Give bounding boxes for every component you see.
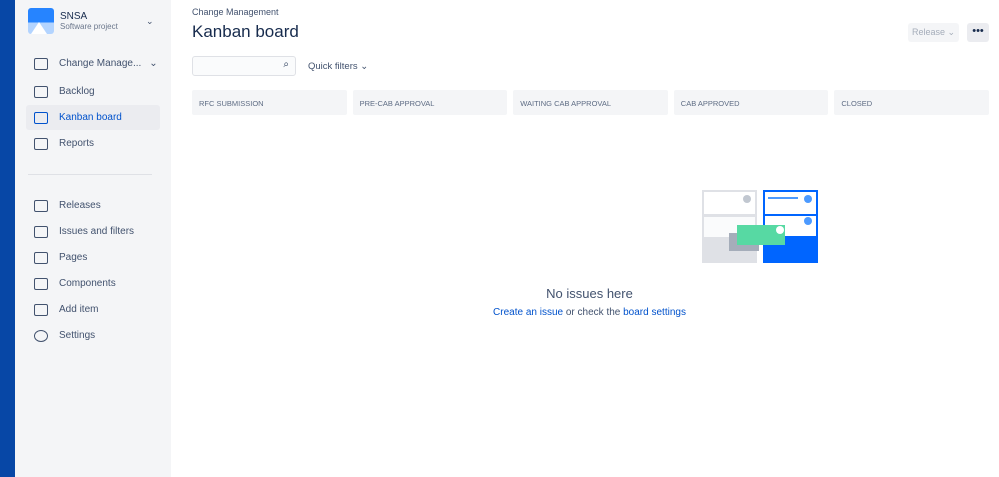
breadcrumb[interactable]: Change Management	[192, 7, 279, 17]
label: Components	[59, 278, 116, 289]
sidebar-item-issues-filters[interactable]: Issues and filters	[26, 219, 160, 244]
column-header: WAITING CAB APPROVAL	[513, 90, 668, 115]
sidebar-item-components[interactable]: Components	[26, 271, 160, 296]
add-icon	[34, 303, 48, 316]
label: Issues and filters	[59, 226, 135, 237]
sidebar-item-board-switcher[interactable]: Change Manage... ⌄	[26, 51, 160, 76]
board-icon	[34, 111, 48, 124]
board-settings-link[interactable]: board settings	[623, 307, 686, 318]
project-type: Software project	[60, 22, 118, 31]
label: Releases	[59, 200, 101, 211]
sidebar: SNSA Software project ⌄ Change Manage... ⌄…	[15, 0, 171, 477]
project-name: SNSA	[60, 11, 88, 22]
sidebar-item-settings[interactable]: Settings	[26, 323, 160, 348]
gear-icon	[34, 329, 48, 342]
global-nav	[0, 0, 15, 477]
chevron-down-icon: ⌄	[149, 58, 158, 69]
label: Add item	[59, 304, 99, 315]
label: Change Manage...	[59, 58, 142, 69]
column-header: CLOSED	[834, 90, 989, 115]
label: Settings	[59, 330, 96, 341]
sidebar-item-reports[interactable]: Reports	[26, 131, 160, 156]
quick-filters-button[interactable]: Quick filters ⌄	[308, 61, 368, 72]
release-button[interactable]: Release ⌄	[908, 23, 959, 42]
empty-state: No issues here Create an issue or check …	[192, 190, 989, 318]
board-icon	[34, 57, 48, 70]
more-button[interactable]: •••	[967, 23, 989, 42]
search-input[interactable]: ⌕	[192, 56, 296, 76]
component-icon	[34, 277, 48, 290]
column-header: CAB APPROVED	[673, 90, 829, 115]
divider	[28, 174, 152, 175]
column-header: RFC SUBMISSION	[192, 90, 347, 115]
empty-title: No issues here	[546, 286, 633, 301]
backlog-icon	[34, 85, 48, 98]
label: Reports	[59, 138, 95, 149]
project-header[interactable]: SNSA Software project	[28, 8, 118, 34]
empty-board-illustration	[702, 190, 818, 263]
label: Backlog	[59, 86, 95, 97]
sidebar-item-backlog[interactable]: Backlog	[26, 79, 160, 104]
sidebar-item-kanban-board[interactable]: Kanban board	[26, 105, 160, 130]
issues-icon	[34, 225, 48, 238]
reports-icon	[34, 137, 48, 150]
column-header: PRE-CAB APPROVAL	[352, 90, 508, 115]
empty-subtitle: Create an issue or check the board setti…	[192, 307, 987, 318]
label: Pages	[59, 252, 88, 263]
label: Kanban board	[59, 112, 122, 123]
project-avatar	[28, 8, 54, 34]
page-title: Kanban board	[192, 22, 299, 41]
text: or check the	[563, 307, 624, 318]
sidebar-item-pages[interactable]: Pages	[26, 245, 160, 270]
ship-icon	[34, 199, 48, 212]
page-icon	[34, 251, 48, 264]
create-issue-link[interactable]: Create an issue	[493, 307, 563, 318]
sidebar-item-add-item[interactable]: Add item	[26, 297, 160, 322]
board-columns: RFC SUBMISSION PRE-CAB APPROVAL WAITING …	[192, 90, 989, 115]
search-icon: ⌕	[283, 59, 289, 70]
sidebar-item-releases[interactable]: Releases	[26, 193, 160, 218]
chevron-down-icon[interactable]: ⌄	[146, 16, 154, 27]
